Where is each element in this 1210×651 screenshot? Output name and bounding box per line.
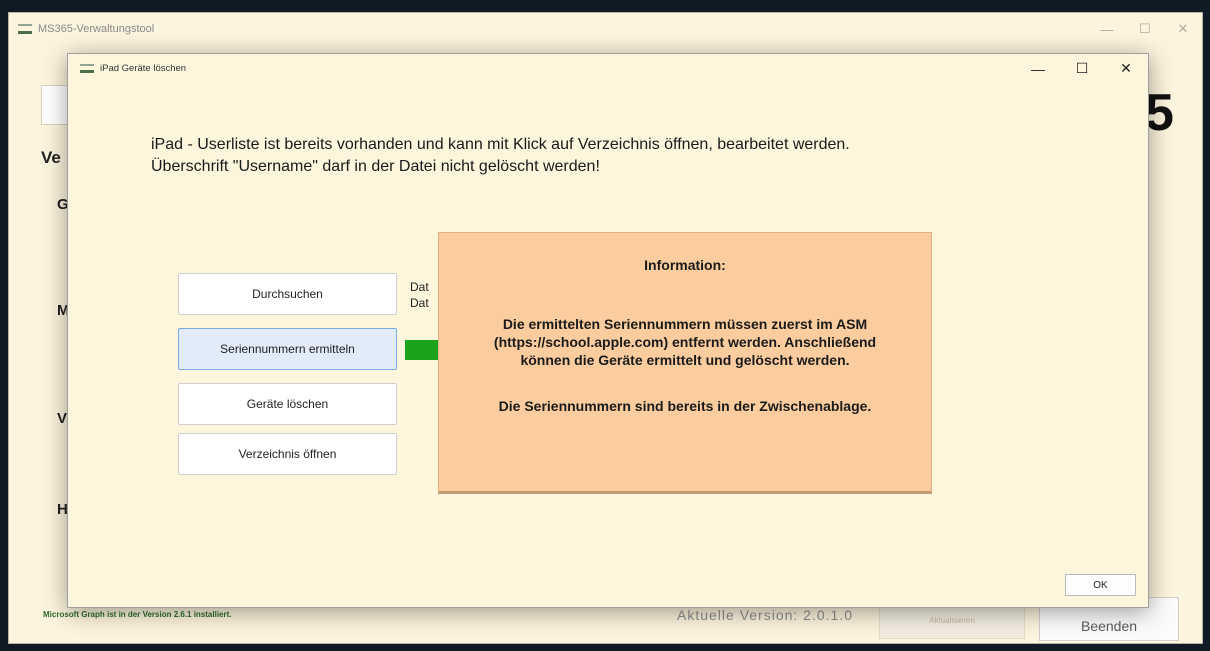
main-window-controls: — ☐ ✕ bbox=[1088, 13, 1202, 45]
info-message: Die ermittelten Seriennummern müssen zue… bbox=[447, 315, 923, 369]
main-close-button[interactable]: ✕ bbox=[1164, 13, 1202, 45]
dialog-close-button[interactable]: ✕ bbox=[1104, 54, 1148, 83]
dialog-titlebar: iPad Geräte löschen — ☐ ✕ bbox=[68, 54, 1148, 83]
main-section-label: V bbox=[57, 410, 68, 427]
main-header-glyph: 5 bbox=[1145, 84, 1174, 142]
information-panel: Information: Die ermittelten Seriennumme… bbox=[438, 232, 932, 494]
dialog-minimize-button[interactable]: — bbox=[1016, 54, 1060, 83]
info-line: Die ermittelten Seriennummern müssen zue… bbox=[502, 316, 868, 332]
file-label: Dat bbox=[410, 280, 429, 294]
dialog-window-controls: — ☐ ✕ bbox=[1016, 54, 1148, 83]
main-minimize-button[interactable]: — bbox=[1088, 13, 1126, 45]
app-icon bbox=[18, 24, 32, 34]
app-icon bbox=[80, 64, 94, 73]
headline-line: iPad - Userliste ist bereits vorhanden u… bbox=[151, 136, 850, 153]
headline-line: Überschrift "Username" darf in der Datei… bbox=[151, 158, 600, 175]
main-titlebar: MS365-Verwaltungstool — ☐ ✕ bbox=[9, 13, 1202, 45]
progress-bar bbox=[405, 340, 441, 360]
main-section-label: Ve bbox=[41, 148, 61, 167]
ipad-delete-dialog: iPad Geräte löschen — ☐ ✕ iPad - Userlis… bbox=[67, 53, 1149, 608]
info-title: Information: bbox=[644, 257, 726, 273]
open-directory-button[interactable]: Verzeichnis öffnen bbox=[178, 433, 397, 475]
ok-button[interactable]: OK bbox=[1065, 574, 1136, 596]
clipboard-note: Die Seriennummern sind bereits in der Zw… bbox=[498, 398, 872, 414]
get-serials-button[interactable]: Seriennummern ermitteln bbox=[178, 328, 397, 370]
file-label: Dat bbox=[410, 296, 429, 310]
browse-button[interactable]: Durchsuchen bbox=[178, 273, 397, 315]
dialog-title: iPad Geräte löschen bbox=[100, 63, 187, 74]
info-line: können die Geräte ermittelt und gelöscht… bbox=[520, 352, 850, 368]
delete-devices-button[interactable]: Geräte löschen bbox=[178, 383, 397, 425]
version-text: Aktuelle Version: 2.0.1.0 bbox=[677, 607, 853, 623]
dialog-headline: iPad - Userliste ist bereits vorhanden u… bbox=[151, 134, 850, 178]
status-text: Microsoft Graph ist in der Version 2.6.1… bbox=[43, 610, 232, 619]
main-window-title: MS365-Verwaltungstool bbox=[38, 23, 155, 35]
info-line: (https://school.apple.com) entfernt werd… bbox=[493, 334, 877, 350]
dialog-maximize-button[interactable]: ☐ bbox=[1060, 54, 1104, 83]
main-top-button[interactable] bbox=[41, 85, 69, 125]
main-maximize-button[interactable]: ☐ bbox=[1126, 13, 1164, 45]
